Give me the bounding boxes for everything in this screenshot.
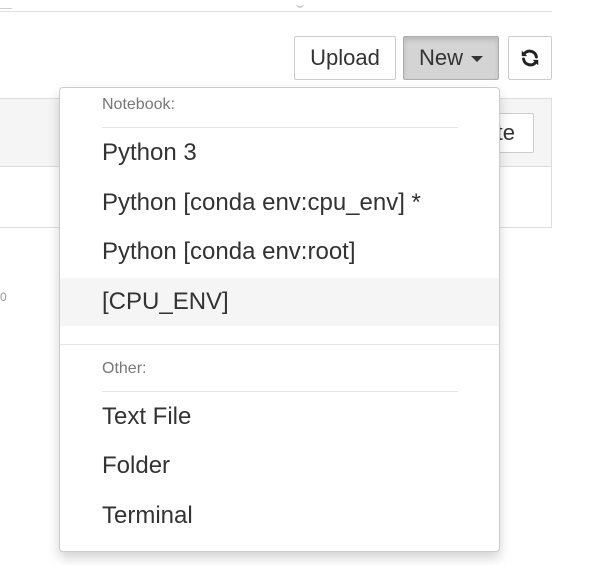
header-divider — [0, 11, 552, 12]
menu-divider — [60, 344, 499, 345]
menu-item-python-root[interactable]: Python [conda env:root] — [60, 228, 499, 276]
other-section-header: Other: — [102, 360, 147, 377]
new-button-label: New — [418, 45, 463, 70]
menu-item-text-file[interactable]: Text File — [60, 393, 499, 441]
notebook-header-divider — [102, 127, 458, 128]
other-header-divider — [102, 391, 458, 392]
refresh-icon — [521, 49, 539, 67]
caret-down-icon — [471, 56, 483, 62]
menu-item-cpu-env[interactable]: [CPU_ENV] — [60, 278, 499, 326]
menu-item-python3[interactable]: Python 3 — [60, 129, 499, 177]
refresh-button[interactable] — [508, 36, 552, 80]
menu-item-folder[interactable]: Folder — [60, 442, 499, 490]
new-button[interactable]: New — [403, 36, 499, 80]
menu-item-terminal[interactable]: Terminal — [60, 492, 499, 540]
header-fragment — [296, 0, 304, 8]
new-dropdown-menu: Notebook: Python 3 Python [conda env:cpu… — [59, 87, 500, 552]
upload-button-label: Upload — [310, 45, 380, 70]
header-fragment — [0, 0, 12, 9]
upload-button[interactable]: Upload — [294, 36, 396, 80]
side-text-fragment: 0 — [0, 290, 7, 304]
menu-item-python-cpu-env[interactable]: Python [conda env:cpu_env] * — [60, 179, 499, 227]
notebook-section-header: Notebook: — [102, 96, 175, 113]
